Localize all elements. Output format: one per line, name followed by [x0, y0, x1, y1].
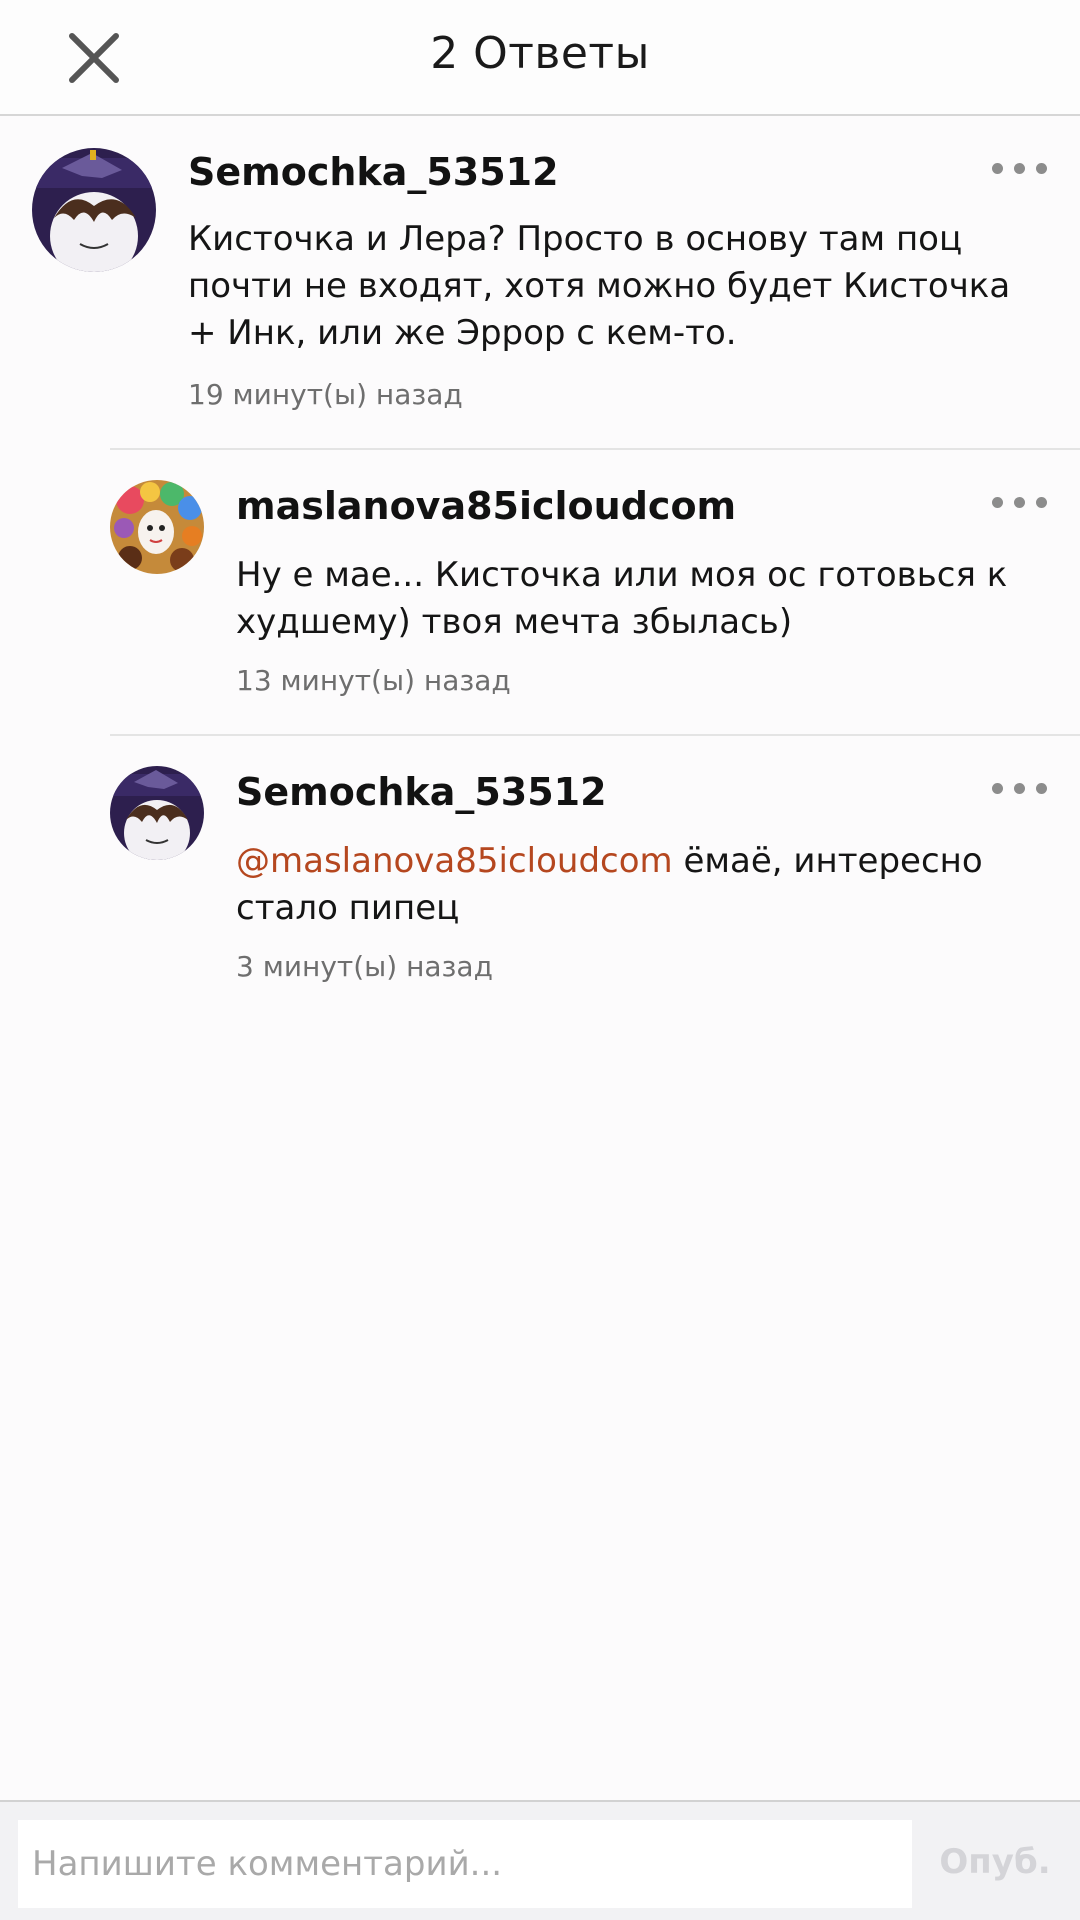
comment-more-button[interactable] — [990, 154, 1050, 184]
avatar[interactable] — [32, 148, 156, 272]
more-dots-icon — [992, 497, 1003, 508]
comment-text: @maslanova85icloudcom ёмаё, интересно ст… — [236, 838, 1046, 932]
comment-text: Кисточка и Лера? Просто в основу там поц… — [188, 219, 1011, 353]
comment-timestamp: 3 минут(ы) назад — [236, 950, 493, 983]
comment-timestamp: 19 минут(ы) назад — [188, 378, 463, 411]
reply-item: maslanova85icloudcom Ну е мае... Кисточк… — [0, 450, 1080, 734]
page-title: 2 Ответы — [430, 28, 650, 79]
mention-link[interactable]: @maslanova85icloudcom — [236, 841, 673, 881]
comment-more-button[interactable] — [990, 488, 1050, 518]
comment-timestamp: 13 минут(ы) назад — [236, 664, 511, 697]
reply-item: Semochka_53512 @maslanova85icloudcom ёма… — [0, 736, 1080, 1020]
comment-input[interactable] — [18, 1820, 912, 1908]
comment-more-button[interactable] — [990, 774, 1050, 804]
comment-username[interactable]: Semochka_53512 — [188, 150, 559, 194]
more-dots-icon — [992, 163, 1003, 174]
comment-composer: Опуб. — [0, 1800, 1080, 1920]
replies-screen: 2 Ответы Semochka_53512 Кисточка и Лера?… — [0, 0, 1080, 1920]
comment-username[interactable]: maslanova85icloudcom — [236, 484, 736, 528]
avatar[interactable] — [110, 766, 204, 860]
avatar[interactable] — [110, 480, 204, 574]
publish-button[interactable]: Опуб. — [930, 1832, 1060, 1892]
comment-username[interactable]: Semochka_53512 — [236, 770, 607, 814]
comment-text: Ну е мае... Кисточка или моя ос готовься… — [236, 555, 1008, 642]
header: 2 Ответы — [0, 0, 1080, 116]
more-dots-icon — [992, 783, 1003, 794]
comment-root: Semochka_53512 Кисточка и Лера? Просто в… — [0, 114, 1080, 448]
